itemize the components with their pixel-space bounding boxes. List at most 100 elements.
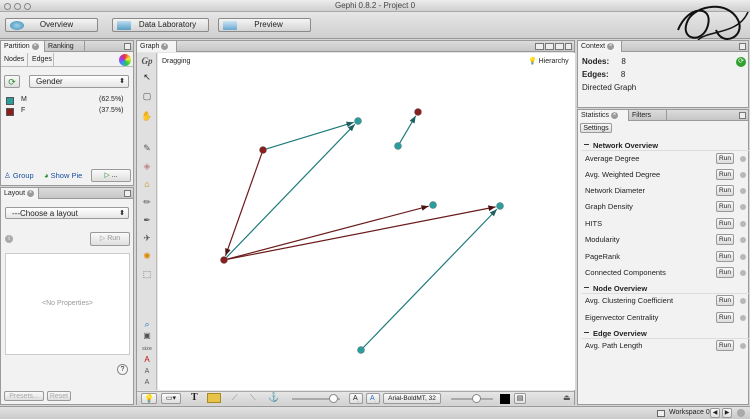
tab-statistics[interactable]: Statistics × bbox=[578, 110, 629, 121]
subtab-nodes[interactable]: Nodes bbox=[4, 56, 24, 63]
minimize-window-button[interactable] bbox=[14, 3, 21, 10]
network-graph[interactable] bbox=[158, 53, 575, 390]
graph-edge-f3-m3[interactable] bbox=[227, 205, 429, 260]
next-workspace-button[interactable]: ▶ bbox=[722, 408, 732, 418]
help-icon[interactable]: ? bbox=[117, 364, 128, 375]
run-avg-clustering-coefficient-button[interactable]: Run bbox=[716, 295, 734, 306]
label-size-slider-handle[interactable] bbox=[472, 394, 481, 403]
graph-edge-f3-m1[interactable] bbox=[225, 123, 356, 258]
close-icon[interactable]: × bbox=[27, 189, 35, 197]
font-decrease-icon[interactable]: A- bbox=[349, 393, 363, 404]
settings-button[interactable]: Settings bbox=[580, 123, 612, 133]
graph-edge-m5-m4[interactable] bbox=[362, 208, 498, 348]
run-modularity-button[interactable]: Run bbox=[716, 234, 734, 245]
label-attributes-icon[interactable]: ▤ bbox=[514, 393, 526, 404]
close-icon[interactable]: × bbox=[161, 42, 169, 50]
graph-node-m4[interactable] bbox=[496, 202, 504, 210]
graph-node-m1[interactable] bbox=[354, 117, 362, 125]
partition-entry-m[interactable]: M (62.5%) bbox=[6, 96, 131, 106]
font-settings-icon[interactable]: A bbox=[140, 376, 154, 390]
text-tool-icon[interactable]: T bbox=[191, 392, 198, 403]
run-avg-weighted-degree-button[interactable]: Run bbox=[716, 169, 734, 180]
rectangle-select-icon[interactable]: ▢ bbox=[140, 89, 154, 103]
run-connected-components-button[interactable]: Run bbox=[716, 267, 734, 278]
info-icon[interactable]: i bbox=[5, 235, 13, 243]
collapse-toolbar-icon[interactable]: ⏏ bbox=[563, 393, 571, 402]
group-button[interactable]: ♙ Group bbox=[4, 171, 34, 180]
sizer-icon[interactable]: ◈ bbox=[140, 159, 154, 173]
edit-node-icon[interactable]: ⬚ bbox=[140, 267, 154, 281]
gephi-toolbar-icon[interactable]: Gp bbox=[140, 54, 154, 68]
preview-button[interactable]: Preview bbox=[218, 18, 311, 32]
run-eigenvector-centrality-button[interactable]: Run bbox=[716, 312, 734, 323]
color-swatch-m[interactable] bbox=[6, 97, 14, 105]
refresh-icon[interactable]: ⟳ bbox=[736, 57, 746, 67]
overview-button[interactable]: Overview bbox=[5, 18, 98, 32]
font-selector-button[interactable]: Arial-BoldMT, 32 bbox=[383, 393, 441, 404]
zoom-window-button[interactable] bbox=[24, 3, 31, 10]
color-wheel-icon[interactable] bbox=[119, 54, 131, 66]
brush-icon[interactable]: ⌂ bbox=[140, 177, 154, 191]
pointer-tool-icon[interactable]: ↖ bbox=[140, 70, 154, 84]
painter-icon[interactable]: ✎ bbox=[140, 141, 154, 155]
edge-tool-icon-1[interactable]: ⟋ bbox=[232, 393, 238, 403]
heatmap-icon[interactable]: ✺ bbox=[140, 249, 154, 263]
edge-tool-icon-2[interactable]: ⟍ bbox=[250, 393, 256, 403]
edge-pencil-icon[interactable]: ✒ bbox=[140, 213, 154, 227]
close-icon[interactable]: × bbox=[31, 42, 39, 50]
run-layout-button[interactable]: ▷ Run bbox=[90, 232, 130, 246]
partition-entry-f[interactable]: F (37.5%) bbox=[6, 107, 131, 117]
edge-weight-slider-handle[interactable] bbox=[329, 394, 338, 403]
scroll-right-button[interactable] bbox=[545, 43, 554, 50]
run-average-degree-button[interactable]: Run bbox=[716, 153, 734, 164]
layout-select[interactable]: ---Choose a layout ⬍ bbox=[5, 207, 129, 219]
anchor-icon[interactable]: ⚓ bbox=[268, 392, 279, 403]
graph-node-m3[interactable] bbox=[429, 201, 437, 209]
run-hits-button[interactable]: Run bbox=[716, 218, 734, 229]
show-pie-button[interactable]: ◕ Show Pie bbox=[44, 171, 82, 180]
font-increase-icon[interactable]: A- bbox=[366, 393, 380, 404]
tab-filters[interactable]: Filters bbox=[629, 110, 667, 121]
label-color-swatch[interactable] bbox=[500, 394, 510, 404]
graph-edge-f1-m1[interactable] bbox=[266, 121, 354, 150]
close-window-button[interactable] bbox=[4, 3, 11, 10]
shortest-path-icon[interactable]: ✈ bbox=[140, 231, 154, 245]
background-color-icon[interactable]: ▣ bbox=[140, 329, 154, 343]
reset-button[interactable]: Reset bbox=[47, 391, 71, 401]
close-icon[interactable]: × bbox=[607, 42, 615, 50]
scroll-left-button[interactable] bbox=[535, 43, 544, 50]
data-laboratory-button[interactable]: Data Laboratory bbox=[112, 18, 209, 32]
subtab-edges[interactable]: Edges bbox=[27, 53, 54, 67]
maximize-panel-button[interactable] bbox=[739, 112, 746, 119]
section-network-overview[interactable]: Network Overview bbox=[581, 140, 749, 151]
tab-list-button[interactable] bbox=[555, 43, 564, 50]
tab-partition[interactable]: Partition × bbox=[1, 41, 45, 52]
graph-node-m2[interactable] bbox=[394, 142, 402, 150]
graph-node-f2[interactable] bbox=[414, 108, 422, 116]
maximize-panel-button[interactable] bbox=[124, 190, 131, 197]
maximize-panel-button[interactable] bbox=[739, 43, 746, 50]
previous-workspace-button[interactable]: ◀ bbox=[710, 408, 720, 418]
presets-button[interactable]: Presets... bbox=[4, 391, 44, 401]
run-avg-path-length-button[interactable]: Run bbox=[716, 340, 734, 351]
pencil-icon[interactable]: ✏ bbox=[140, 195, 154, 209]
graph-node-m5[interactable] bbox=[357, 346, 365, 354]
refresh-button[interactable]: ⟳ bbox=[4, 75, 20, 88]
tab-layout[interactable]: Layout × bbox=[1, 188, 39, 199]
label-color-icon[interactable] bbox=[207, 393, 221, 403]
tab-context[interactable]: Context × bbox=[578, 41, 622, 52]
run-graph-density-button[interactable]: Run bbox=[716, 201, 734, 212]
light-toggle-icon[interactable]: 💡 bbox=[141, 393, 157, 404]
graph-edge-m2-f2[interactable] bbox=[399, 115, 417, 144]
graph-canvas[interactable]: Dragging 💡 Hierarchy bbox=[158, 53, 575, 390]
maximize-panel-button[interactable] bbox=[565, 43, 572, 50]
maximize-panel-button[interactable] bbox=[124, 43, 131, 50]
notification-icon[interactable] bbox=[737, 409, 745, 417]
partition-attribute-select[interactable]: Gender ⬍ bbox=[29, 75, 129, 88]
color-swatch-f[interactable] bbox=[6, 108, 14, 116]
run-pagerank-button[interactable]: Run bbox=[716, 251, 734, 262]
tab-ranking[interactable]: Ranking bbox=[45, 41, 85, 52]
drag-tool-icon[interactable]: ✋ bbox=[140, 109, 154, 123]
screenshot-menu-icon[interactable]: ▭▾ bbox=[161, 393, 181, 404]
run-network-diameter-button[interactable]: Run bbox=[716, 185, 734, 196]
